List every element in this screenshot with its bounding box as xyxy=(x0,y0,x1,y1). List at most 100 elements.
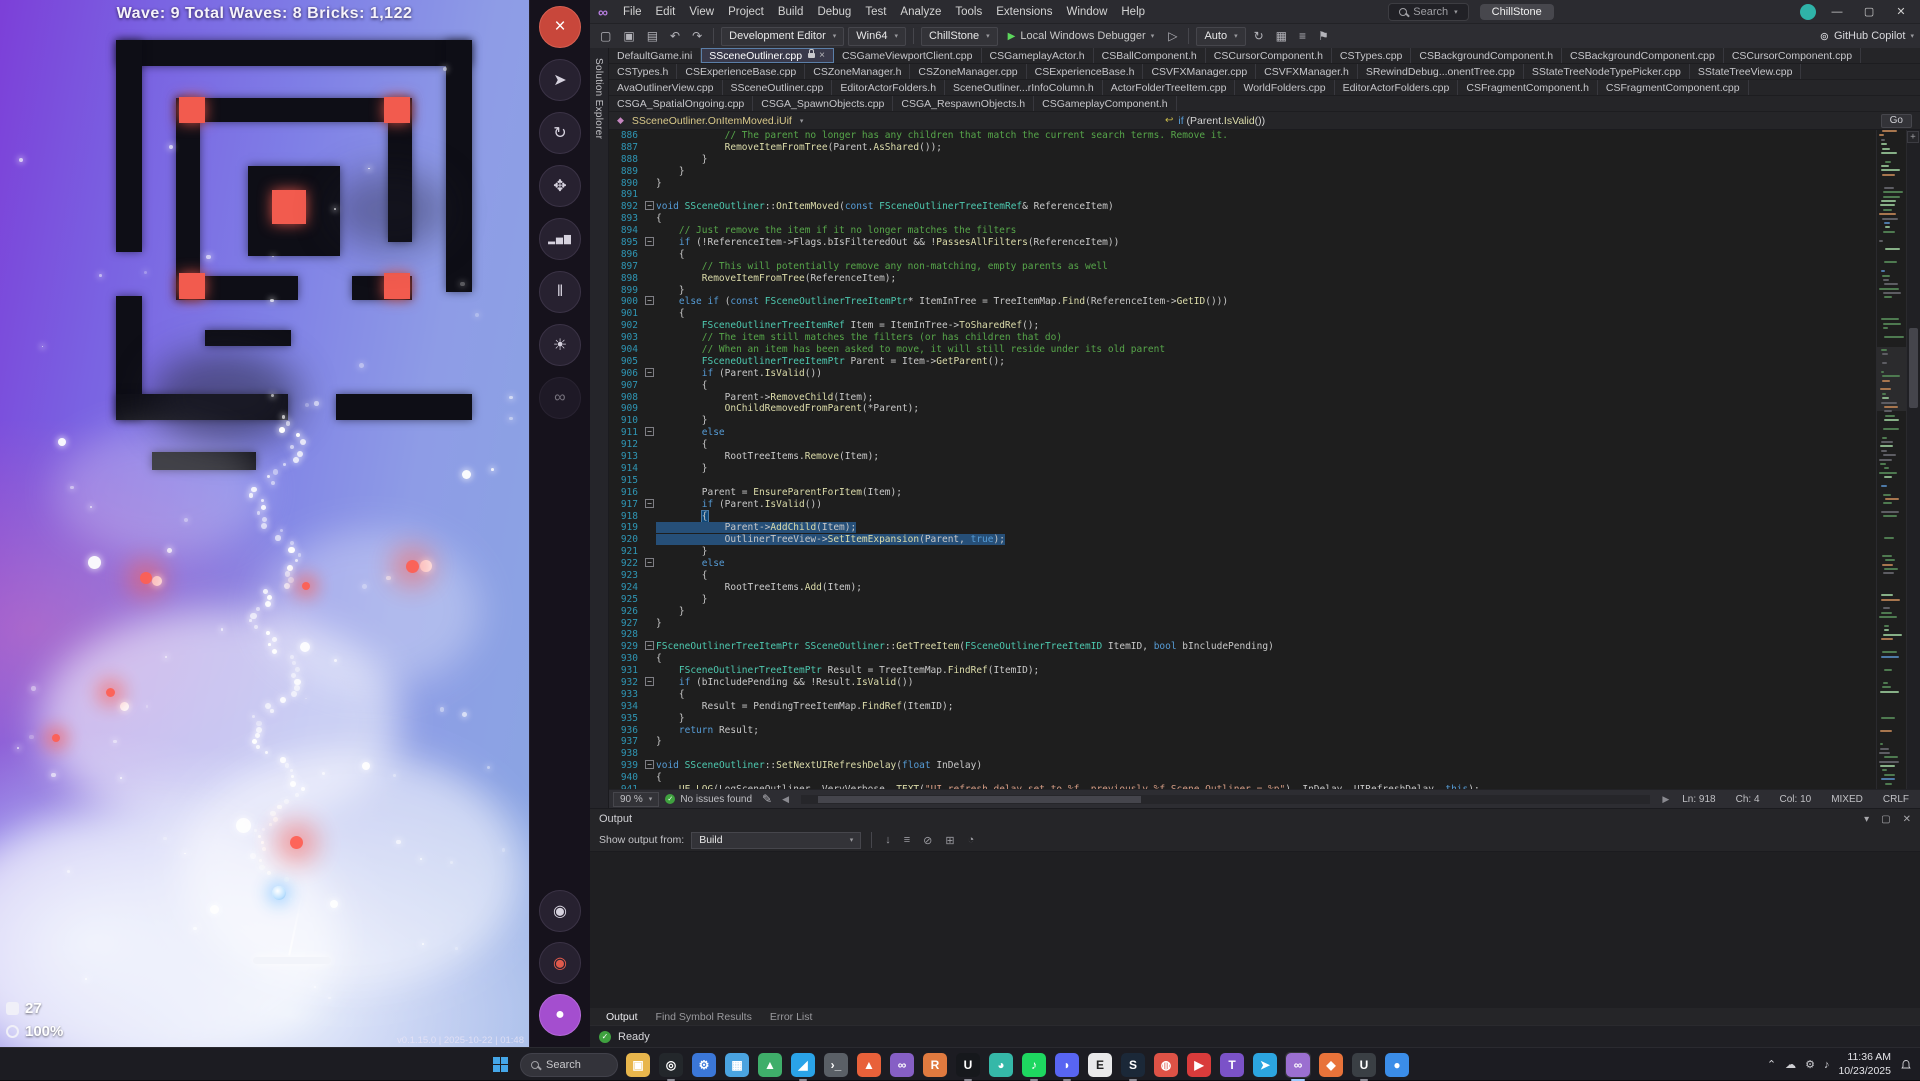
taskbar-app-spotify[interactable]: ♪ xyxy=(1021,1052,1047,1078)
tab-editoractorfolders-cpp[interactable]: EditorActorFolders.cpp xyxy=(1335,80,1459,95)
brand-button[interactable]: ● xyxy=(539,994,581,1036)
taskbar-app-obs[interactable]: ◎ xyxy=(658,1052,684,1078)
taskbar-app-blender[interactable]: ◆ xyxy=(1318,1052,1344,1078)
fold-collapse-icon[interactable]: − xyxy=(645,499,654,508)
scrollbar-thumb[interactable] xyxy=(1909,328,1918,408)
taskbar-app-brave[interactable]: ▲ xyxy=(856,1052,882,1078)
notifications-icon[interactable] xyxy=(1900,1059,1912,1071)
clear-output-icon[interactable]: ⊘ xyxy=(920,834,935,847)
undo-icon[interactable]: ↶ xyxy=(666,28,684,44)
close-panel-icon[interactable]: ✕ xyxy=(1903,814,1911,825)
taskbar-app-settings[interactable]: ⚙ xyxy=(691,1052,717,1078)
taskbar-app-unity-hub[interactable]: U xyxy=(1351,1052,1377,1078)
menu-build[interactable]: Build xyxy=(771,4,811,20)
tab-csvfxmanager-h[interactable]: CSVFXManager.h xyxy=(1256,64,1358,79)
link-button[interactable]: ∞ xyxy=(539,377,581,419)
taskbar-app-telegram[interactable]: ➤ xyxy=(1252,1052,1278,1078)
go-button[interactable]: Go xyxy=(1881,114,1912,128)
menu-file[interactable]: File xyxy=(616,4,649,20)
chevron-up-icon[interactable]: ⌃ xyxy=(1767,1058,1776,1071)
solution-name-badge[interactable]: ChillStone xyxy=(1480,4,1554,20)
vertical-scrollbar[interactable] xyxy=(1906,130,1920,789)
expand-button[interactable]: ✥ xyxy=(539,165,581,207)
panel-tab-find-symbol-results[interactable]: Find Symbol Results xyxy=(649,1011,759,1023)
taskbar-app-visual-studio-active[interactable]: ∞ xyxy=(1285,1052,1311,1078)
find-message-icon[interactable]: ↓ xyxy=(882,834,894,846)
scroll-left-icon[interactable]: ◀ xyxy=(782,794,789,805)
tab-ssceneoutliner-cpp[interactable]: SSceneOutliner.cpp xyxy=(723,80,833,95)
account-avatar[interactable] xyxy=(1800,4,1816,20)
tab-cszonemanager-cpp[interactable]: CSZoneManager.cpp xyxy=(910,64,1026,79)
github-copilot-button[interactable]: ⊚GitHub Copilot▾ xyxy=(1820,30,1914,43)
taskbar-app-edge[interactable]: ◕ xyxy=(988,1052,1014,1078)
startup-project-dropdown[interactable]: ChillStone▾ xyxy=(921,27,998,46)
split-editor-button[interactable]: + xyxy=(1907,131,1919,143)
menu-tools[interactable]: Tools xyxy=(948,4,989,20)
start-without-debugging-icon[interactable]: ▷ xyxy=(1164,28,1181,44)
tab-csga-respawnobjects-h[interactable]: CSGA_RespawnObjects.h xyxy=(893,96,1034,111)
onedrive-icon[interactable]: ☁ xyxy=(1785,1058,1796,1071)
tab-csexperiencebase-cpp[interactable]: CSExperienceBase.cpp xyxy=(677,64,805,79)
taskbar-app-store[interactable]: ▲ xyxy=(757,1052,783,1078)
start-button[interactable] xyxy=(487,1052,513,1078)
fold-collapse-icon[interactable]: − xyxy=(645,677,654,686)
horizontal-scrollbar-thumb[interactable] xyxy=(818,796,1141,803)
horizontal-scrollbar[interactable] xyxy=(801,795,1650,804)
menu-analyze[interactable]: Analyze xyxy=(893,4,948,20)
taskbar-app-twitch[interactable]: T xyxy=(1219,1052,1245,1078)
tab-cszonemanager-h[interactable]: CSZoneManager.h xyxy=(805,64,910,79)
menu-test[interactable]: Test xyxy=(858,4,893,20)
panel-tab-error-list[interactable]: Error List xyxy=(763,1011,820,1023)
line-ending-indicator[interactable]: CRLF xyxy=(1876,794,1916,805)
close-window-button[interactable]: ✕ xyxy=(1890,5,1912,18)
edit-mode-icon[interactable]: ✎ xyxy=(758,791,776,807)
encoding-indicator[interactable]: MIXED xyxy=(1824,794,1870,805)
tab-sceneoutliner-rinfocolumn-h[interactable]: SceneOutliner...rInfoColumn.h xyxy=(945,80,1103,95)
menu-help[interactable]: Help xyxy=(1114,4,1152,20)
line-indicator[interactable]: Ln: 918 xyxy=(1675,794,1722,805)
tab-csfragmentcomponent-h[interactable]: CSFragmentComponent.h xyxy=(1458,80,1598,95)
tab-cscursorcomponent-h[interactable]: CSCursorComponent.h xyxy=(1206,48,1332,63)
toggle-autoscroll-icon[interactable]: ⊞ xyxy=(942,834,957,847)
taskbar-app-unreal-engine[interactable]: U xyxy=(955,1052,981,1078)
stats-button[interactable]: ▂▅▇ xyxy=(539,218,581,260)
taskbar-search[interactable]: Search xyxy=(520,1053,618,1077)
open-file-icon[interactable]: ▣ xyxy=(619,28,638,44)
tab-csfragmentcomponent-cpp[interactable]: CSFragmentComponent.cpp xyxy=(1598,80,1749,95)
menu-extensions[interactable]: Extensions xyxy=(989,4,1059,20)
watch-mode-dropdown[interactable]: Auto▾ xyxy=(1196,27,1245,46)
tab-csexperiencebase-h[interactable]: CSExperienceBase.h xyxy=(1027,64,1144,79)
tab-csvfxmanager-cpp[interactable]: CSVFXManager.cpp xyxy=(1143,64,1256,79)
fold-collapse-icon[interactable]: − xyxy=(645,427,654,436)
scrollbar-map[interactable] xyxy=(1876,130,1906,789)
tab-csgameplaycomponent-h[interactable]: CSGameplayComponent.h xyxy=(1034,96,1176,111)
taskbar-app-terminal[interactable]: ›_ xyxy=(823,1052,849,1078)
tab-actorfoldertreeitem-cpp[interactable]: ActorFolderTreeItem.cpp xyxy=(1103,80,1236,95)
tab-sstatetreenodetypepic-ker-cpp[interactable]: SStateTreeNodeTypePic​ker.cpp xyxy=(1524,64,1690,79)
tab-avaoutlinerview-cpp[interactable]: AvaOutlinerView.cpp xyxy=(609,80,723,95)
scroll-right-icon[interactable]: ▶ xyxy=(1662,794,1669,805)
tab-close-icon[interactable]: × xyxy=(819,50,825,61)
tab-defaultgame-ini[interactable]: DefaultGame.ini xyxy=(609,48,701,63)
tab-cstypes-cpp[interactable]: CSTypes.cpp xyxy=(1332,48,1411,63)
tab-csgameviewportclient-cpp[interactable]: CSGameViewportClient.cpp xyxy=(834,48,982,63)
minimize-button[interactable]: — xyxy=(1826,6,1848,18)
char-indicator[interactable]: Ch: 4 xyxy=(1729,794,1767,805)
pin-button[interactable]: ➤ xyxy=(539,59,581,101)
settings-tray-icon[interactable]: ⚙ xyxy=(1805,1058,1815,1071)
fold-collapse-icon[interactable]: − xyxy=(645,558,654,567)
taskbar-app-chrome[interactable]: ◍ xyxy=(1153,1052,1179,1078)
taskbar-app-visual-studio[interactable]: ∞ xyxy=(889,1052,915,1078)
redo-icon[interactable]: ↷ xyxy=(688,28,706,44)
issues-indicator[interactable]: ✓ No issues found xyxy=(665,794,752,805)
close-button[interactable]: × xyxy=(539,6,581,48)
tab-cscursorcomponent-cpp[interactable]: CSCursorComponent.cpp xyxy=(1724,48,1861,63)
title-search-box[interactable]: Search ▾ xyxy=(1388,3,1468,21)
taskbar-app-epic-games[interactable]: E xyxy=(1087,1052,1113,1078)
output-panel-content[interactable] xyxy=(590,851,1920,1008)
zoom-dropdown[interactable]: 90 %▾ xyxy=(613,792,659,807)
find-in-files-icon[interactable]: ▦ xyxy=(1272,28,1291,44)
taskbar-app-youtube[interactable]: ▶ xyxy=(1186,1052,1212,1078)
column-indicator[interactable]: Col: 10 xyxy=(1773,794,1819,805)
settings-button[interactable]: ☀ xyxy=(539,324,581,366)
